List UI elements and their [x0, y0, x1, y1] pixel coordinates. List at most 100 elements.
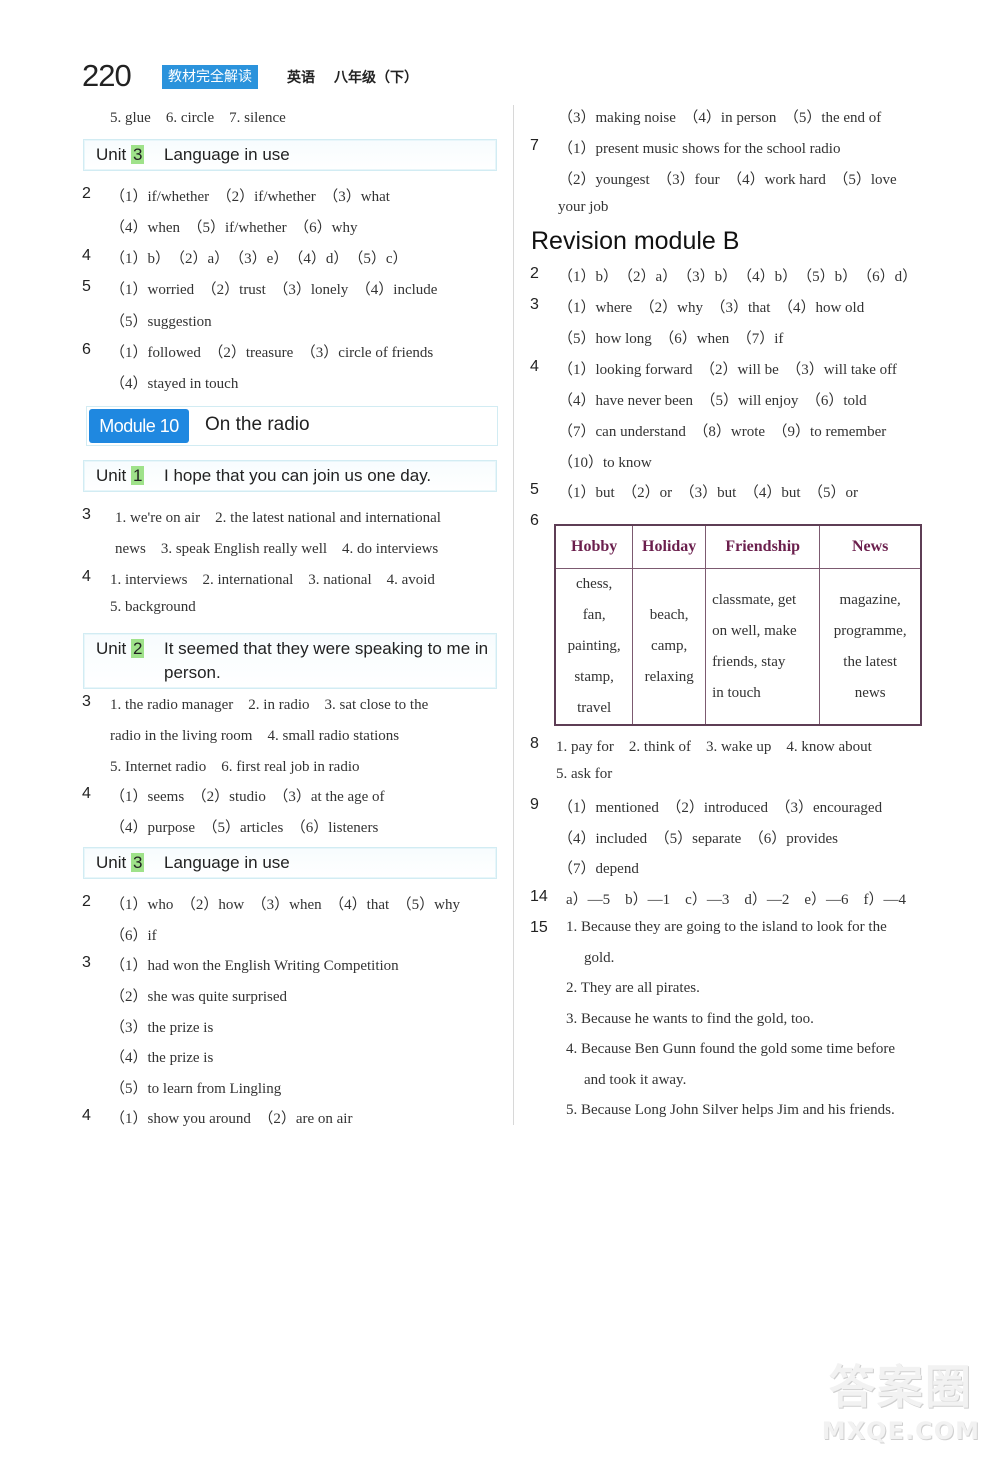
table-cell: magazine, programme, the latest news	[819, 568, 922, 726]
table-header-row: Hobby Holiday Friendship News	[554, 524, 922, 569]
unit-3-header-b: Unit 3 Language in use	[83, 847, 497, 879]
answer-line: 5. Internet radio 6. first real job in r…	[110, 759, 360, 775]
table-header-cell: News	[819, 524, 922, 569]
table-cell: classmate, get on well, make friends, stay…	[705, 568, 821, 726]
answer-line: （4）purpose （5）articles （6）listeners	[110, 820, 379, 836]
module-tag: Module 10	[89, 409, 189, 443]
question-number: 2	[82, 185, 91, 202]
watermark-url: MXQE.COM	[821, 1417, 980, 1445]
question-number: 4	[82, 568, 91, 585]
unit-title: I hope that you can join us one day.	[164, 466, 432, 485]
question-number: 5	[530, 481, 539, 498]
answer-line: （1）present music shows for the school ra…	[558, 141, 841, 157]
table-header-cell: Hobby	[554, 524, 634, 569]
unit-number: 1	[131, 466, 145, 485]
answer-line: （3）making noise （4）in person （5）the end …	[558, 110, 882, 126]
answer-line: and took it away.	[584, 1072, 687, 1088]
answer-line: gold.	[584, 950, 615, 966]
question-number: 5	[82, 278, 91, 295]
answer-line: （1）who （2）how （3）when （4）that （5）why	[110, 897, 460, 913]
answer-line: （5）suggestion	[110, 314, 212, 330]
answer-line: （1）but （2）or （3）but （4）but （5）or	[558, 485, 858, 501]
question-number: 8	[530, 735, 539, 752]
answer-line: radio in the living room 4. small radio …	[110, 728, 400, 744]
answer-line: （1）had won the English Writing Competiti…	[110, 958, 399, 974]
answer-line: （4）have never been （5）will enjoy （6）told	[558, 393, 867, 409]
answer-line: （1）worried （2）trust （3）lonely （4）include	[110, 282, 438, 298]
answer-line: （1）where （2）why （3）that （4）how old	[558, 300, 865, 316]
unit-1-header: Unit 1 I hope that you can join us one d…	[83, 460, 497, 492]
answer-line: （1）followed （2）treasure （3）circle of fri…	[110, 345, 434, 361]
question-number: 14	[530, 888, 548, 905]
answer-line: 1. the radio manager 2. in radio 3. sat …	[110, 697, 429, 713]
question-number: 6	[82, 341, 91, 358]
watermark-logo: 答案圈	[828, 1360, 973, 1414]
unit-label: Unit	[96, 145, 127, 164]
question-number: 4	[82, 247, 91, 264]
answer-line: （1）mentioned （2）introduced （3）encouraged	[558, 800, 883, 816]
question-number: 6	[530, 512, 539, 529]
answer-line: 1. Because they are going to the island …	[566, 919, 887, 935]
answer-line: 4. Because Ben Gunn found the gold some …	[566, 1041, 896, 1057]
unit-3-header: Unit 3 Language in use	[83, 139, 497, 171]
book-subject: 英语	[287, 70, 315, 86]
unit-label: Unit	[96, 466, 127, 485]
answer-line: （2）she was quite surprised	[110, 989, 288, 1005]
question-number: 3	[82, 954, 91, 971]
question-number: 3	[82, 693, 91, 710]
question-number: 7	[530, 137, 539, 154]
unit-label: Unit	[96, 853, 127, 872]
question-number: 3	[82, 506, 91, 523]
vocabulary-table: Hobby Holiday Friendship News chess, fan,…	[554, 524, 922, 726]
table-row: chess, fan, painting, stamp, travel beach, ca…	[554, 568, 922, 726]
answer-line: 5. ask for	[556, 766, 613, 782]
answer-line: 5. Because Long John Silver helps Jim an…	[566, 1102, 895, 1118]
answer-line: your job	[558, 199, 609, 215]
answer-line: 5. glue 6. circle 7. silence	[110, 110, 286, 126]
answer-line: （1）show you around （2）are on air	[110, 1111, 353, 1127]
answer-line: （7）can understand （8）wrote （9）to remembe…	[558, 424, 887, 440]
module-10-header: Module 10 On the radio	[86, 406, 498, 446]
answer-line: （1）looking forward （2）will be （3）will ta…	[558, 362, 897, 378]
book-grade: 八年级（下）	[334, 70, 418, 86]
table-header-cell: Friendship	[705, 524, 821, 569]
answer-line: （4）the prize is	[110, 1050, 214, 1066]
unit-number: 3	[131, 145, 145, 164]
answer-line: （2）youngest （3）four （4）work hard （5）love	[558, 172, 897, 188]
answer-line: 1. pay for 2. think of 3. wake up 4. kno…	[556, 739, 872, 755]
answer-line: （10）to know	[558, 455, 652, 471]
answer-line: （1）if/whether （2）if/whether （3）what	[110, 189, 390, 205]
unit-title-line-2: person.	[164, 663, 221, 682]
question-number: 2	[82, 893, 91, 910]
unit-title-line-1: It seemed that they were speaking to me …	[164, 639, 489, 658]
question-number: 9	[530, 796, 539, 813]
answer-line: 1. interviews 2. international 3. nation…	[110, 572, 435, 588]
answer-line: 5. background	[110, 599, 196, 615]
unit-number: 3	[131, 853, 145, 872]
answer-line: （5）to learn from Lingling	[110, 1081, 282, 1097]
book-series-badge: 教材完全解读	[162, 65, 258, 89]
answer-line: 3. Because he wants to find the gold, to…	[566, 1011, 814, 1027]
answer-line: （1）seems （2）studio （3）at the age of	[110, 789, 385, 805]
answer-line: 1. we're on air 2. the latest national a…	[115, 510, 441, 526]
question-number: 3	[530, 296, 539, 313]
answer-line: （5）how long （6）when （7）if	[558, 331, 784, 347]
answer-line: （1）b） （2）a） （3）e） （4）d） （5）c）	[110, 251, 408, 267]
answer-line: a）—5 b）—1 c）—3 d）—2 e）—6 f）—4	[566, 892, 906, 908]
column-divider	[513, 105, 514, 1125]
answer-line: （4）when （5）if/whether （6）why	[110, 220, 358, 236]
answer-line: （4）included （5）separate （6）provides	[558, 831, 838, 847]
unit-number: 2	[131, 639, 145, 658]
section-title: Revision module B	[531, 227, 740, 255]
answer-line: （4）stayed in touch	[110, 376, 239, 392]
table-header-cell: Holiday	[632, 524, 707, 569]
question-number: 4	[82, 1107, 91, 1124]
unit-title: Language in use	[164, 853, 290, 872]
answer-line: 2. They are all pirates.	[566, 980, 700, 996]
page-number: 220	[82, 58, 132, 93]
question-number: 4	[530, 358, 539, 375]
answer-line: （3）the prize is	[110, 1020, 214, 1036]
question-number: 2	[530, 265, 539, 282]
unit-title: Language in use	[164, 145, 290, 164]
module-title: On the radio	[205, 414, 310, 435]
